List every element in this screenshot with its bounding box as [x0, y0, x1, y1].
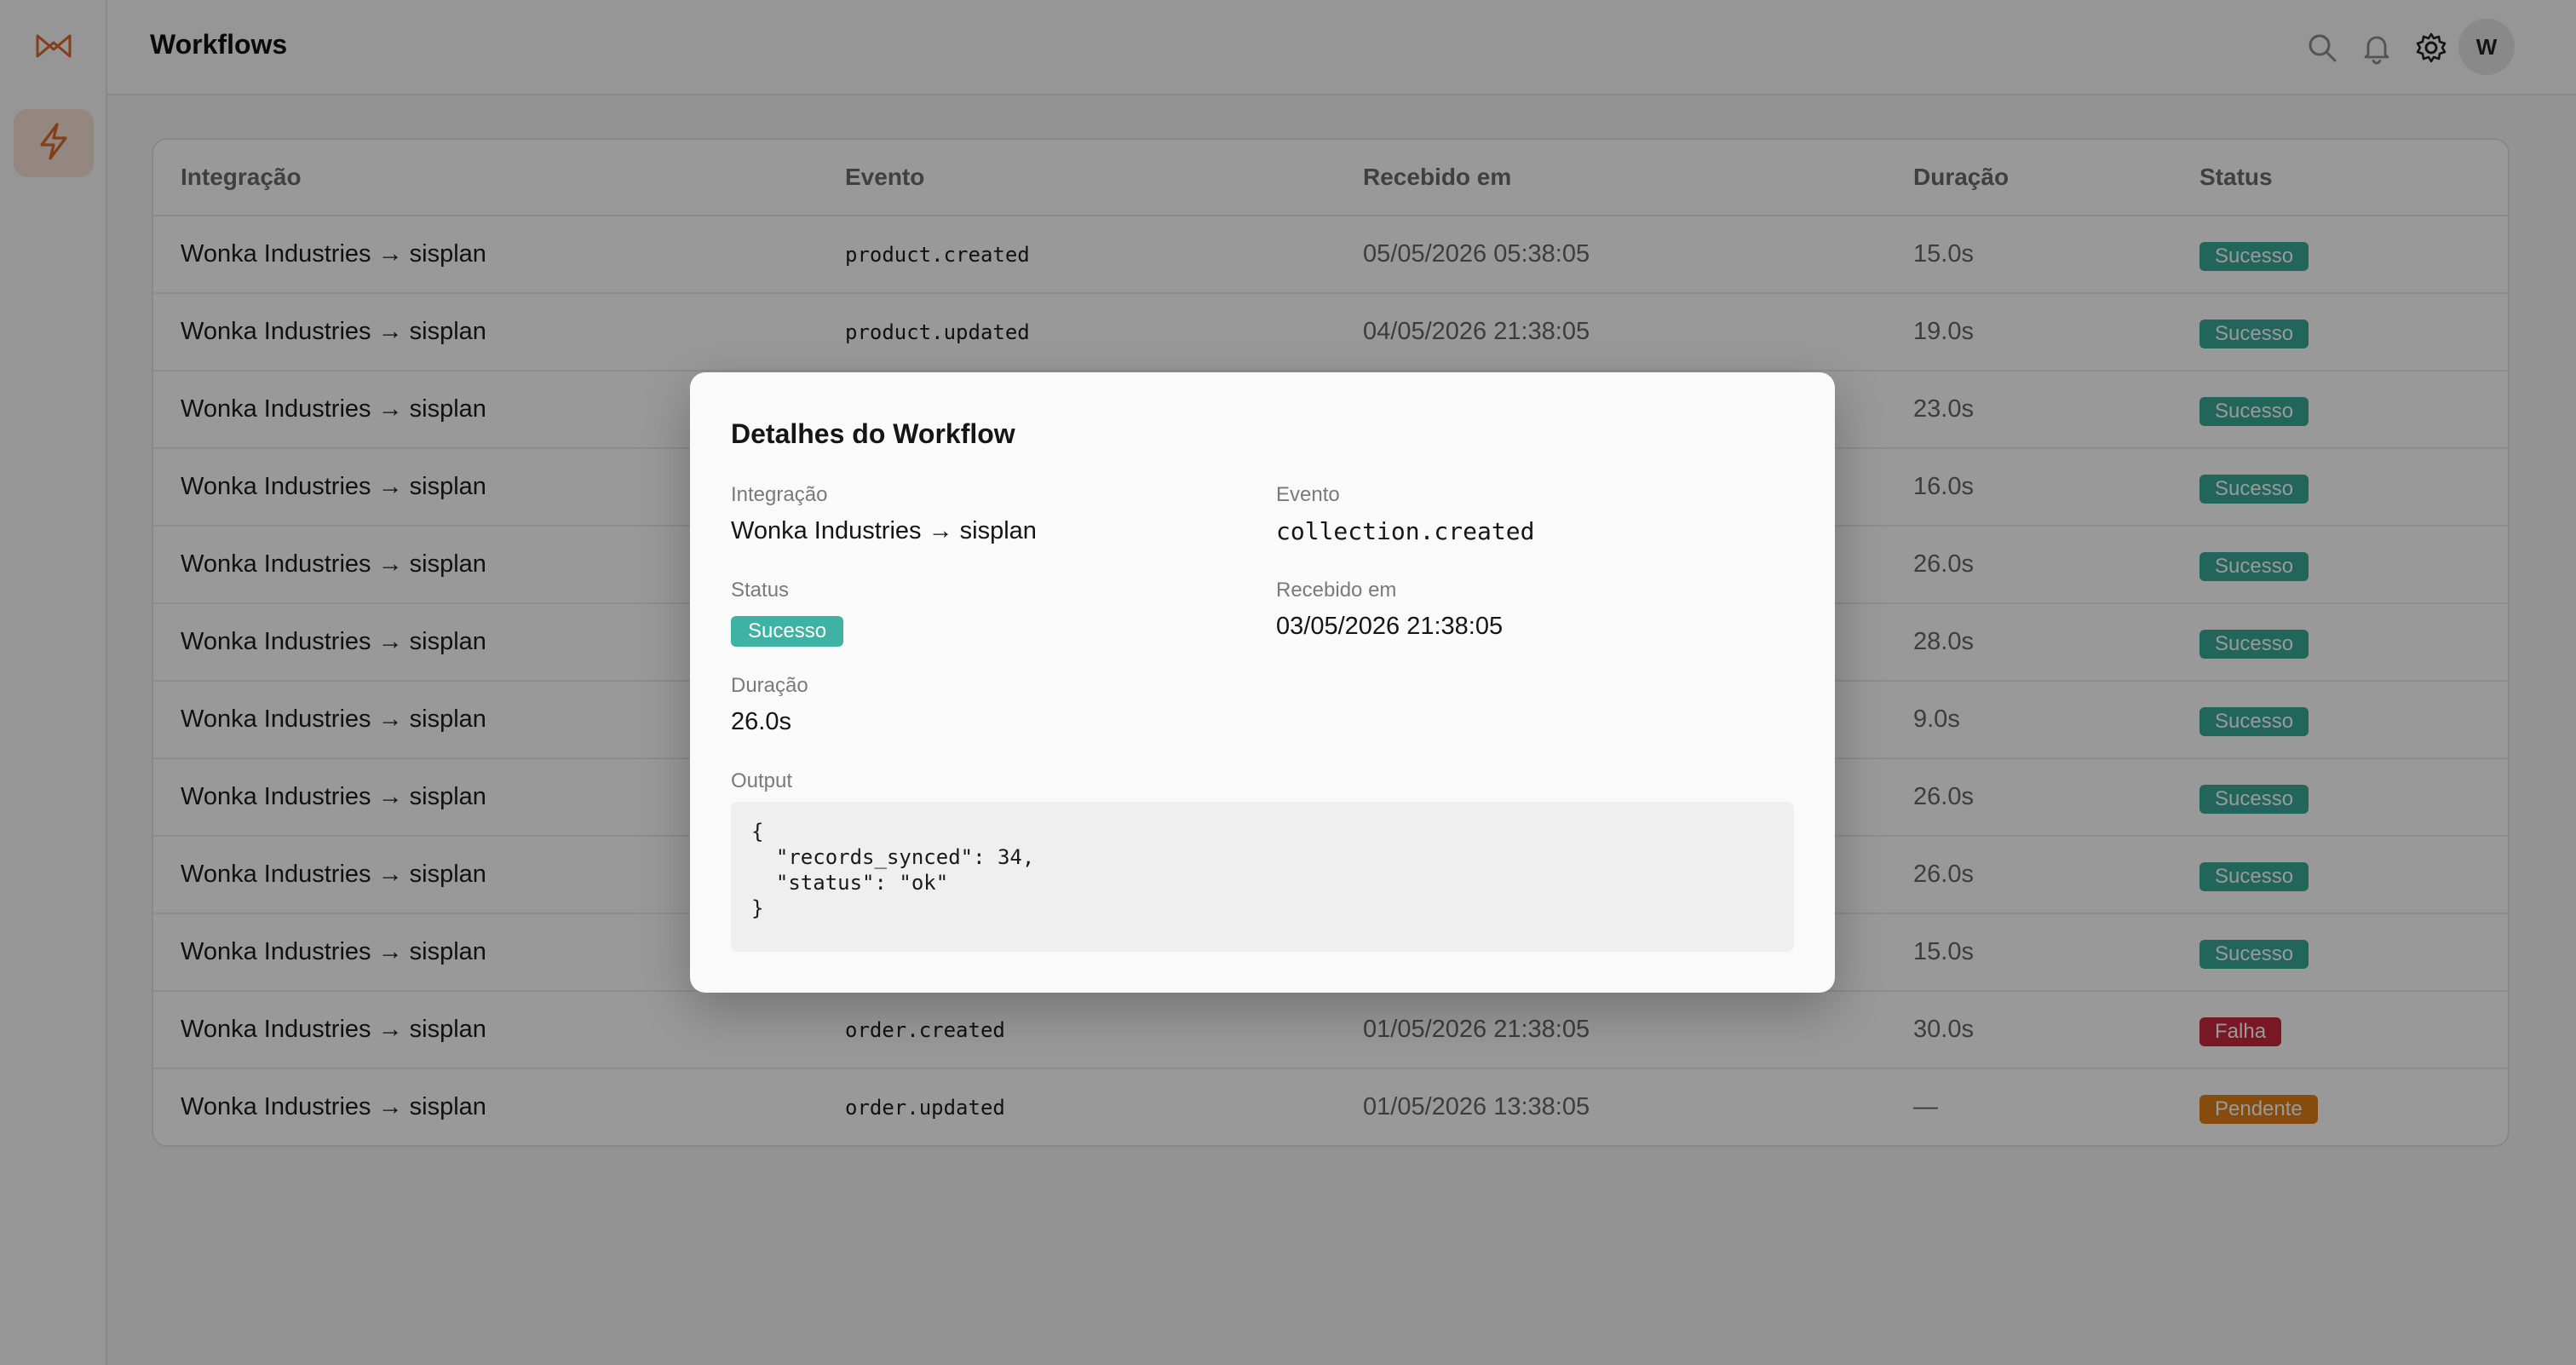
duration-value: 26.0s	[731, 708, 791, 735]
event-value: collection.created	[1276, 517, 1535, 545]
output-code-block[interactable]: { "records_synced": 34, "status": "ok" }	[731, 802, 1794, 952]
received-label: Recebido em	[1276, 579, 1397, 602]
modal-title: Detalhes do Workflow	[731, 418, 1015, 449]
status-label: Status	[731, 579, 790, 602]
output-json: { "records_synced": 34, "status": "ok" }	[751, 820, 1035, 920]
integration-value: Wonka Industries → sisplan	[731, 517, 1037, 544]
received-value: 03/05/2026 21:38:05	[1276, 613, 1504, 640]
event-label: Evento	[1276, 483, 1340, 506]
workflow-details-modal: Detalhes do Workflow Integração Wonka In…	[690, 372, 1835, 993]
integration-label: Integração	[731, 483, 828, 506]
status-badge: Sucesso	[731, 616, 844, 647]
duration-label: Duração	[731, 674, 808, 697]
output-label: Output	[731, 769, 793, 792]
